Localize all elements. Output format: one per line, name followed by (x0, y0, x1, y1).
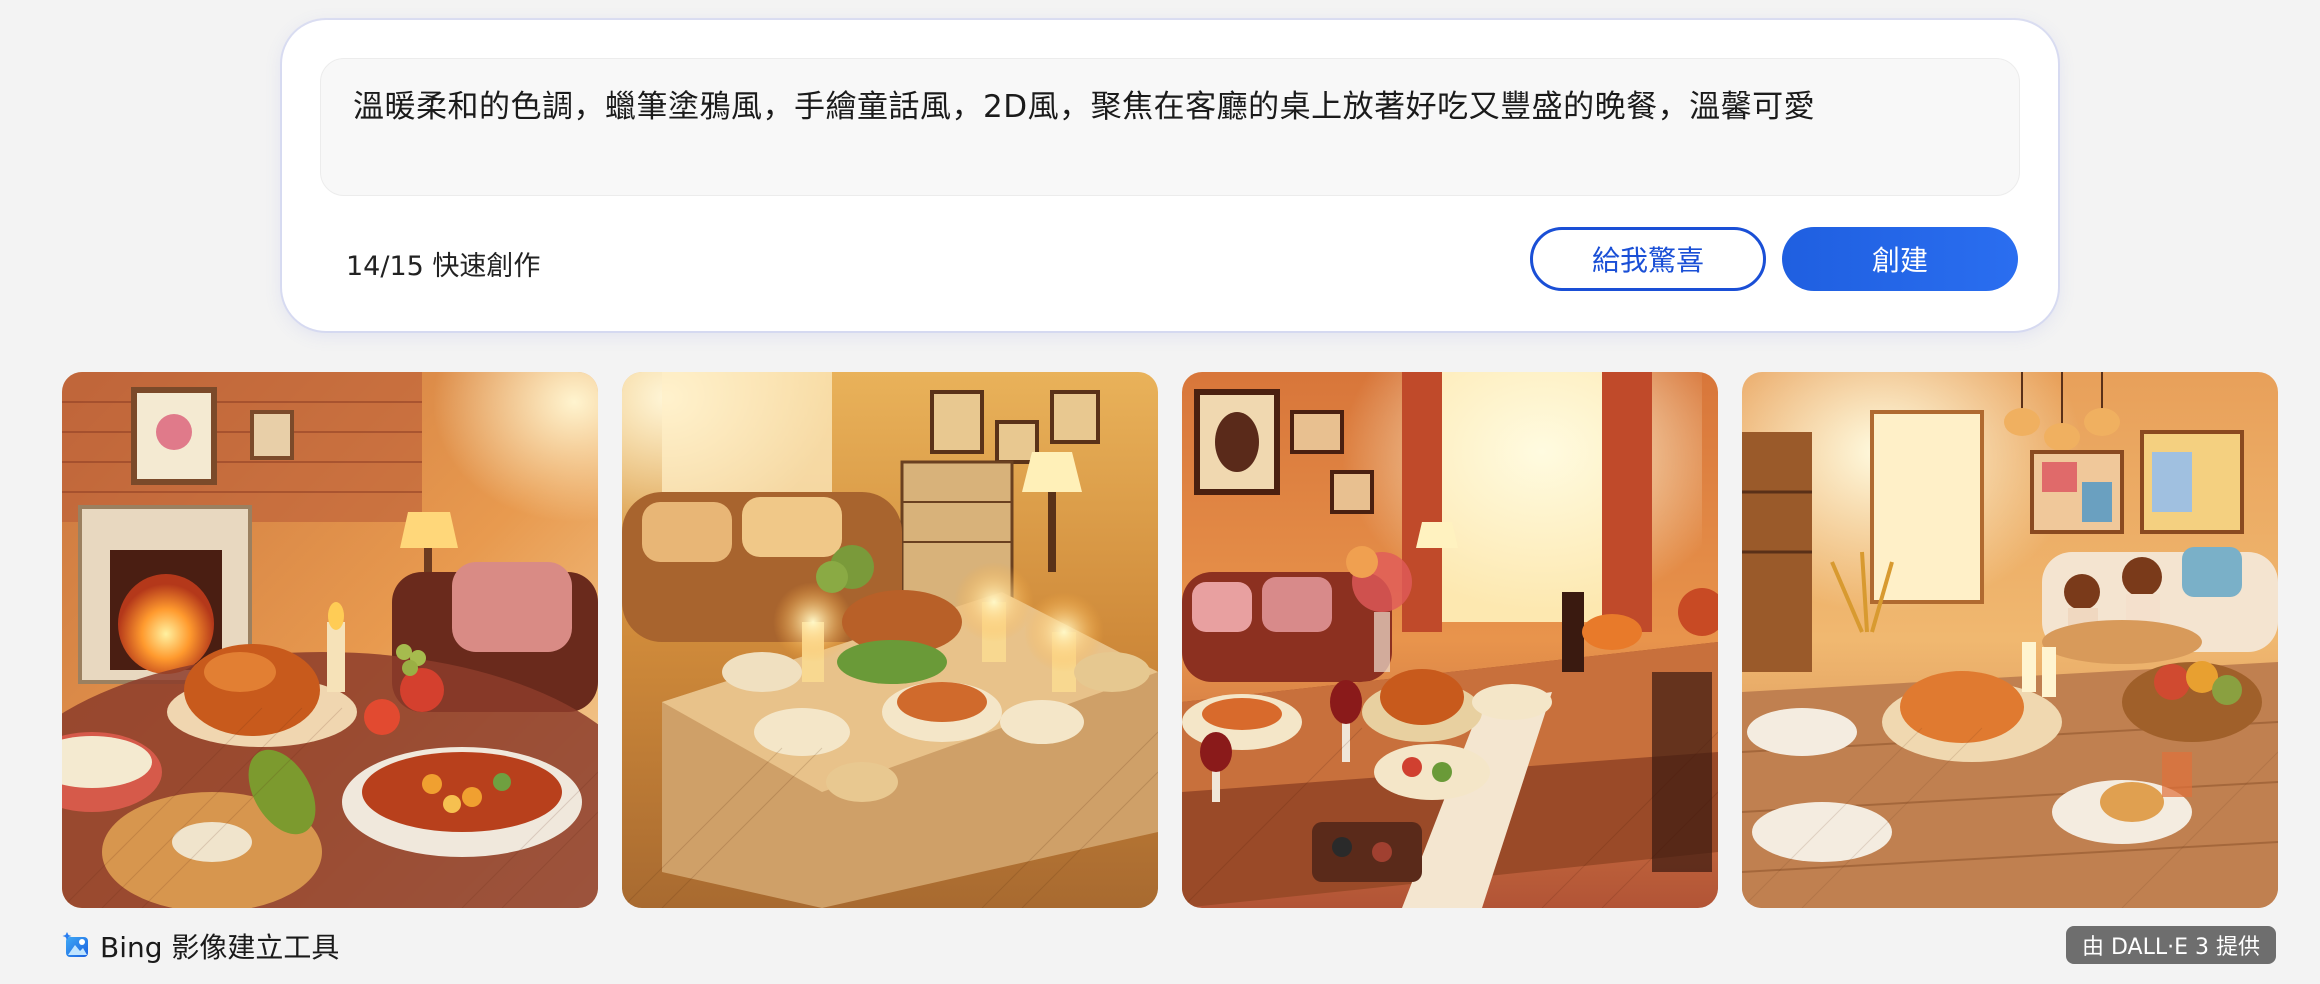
surprise-me-button[interactable]: 給我驚喜 (1530, 227, 1766, 291)
image-candlelit-table (622, 372, 1158, 908)
prompt-input[interactable]: 溫暖柔和的色調，蠟筆塗鴉風，手繪童話風，2D風，聚焦在客廳的桌上放著好吃又豐盛的… (320, 58, 2020, 196)
image-family-dinner (1742, 372, 2278, 908)
bing-image-creator-brand[interactable]: Bing 影像建立工具 (62, 926, 339, 966)
brand-label: Bing 影像建立工具 (100, 931, 340, 964)
image-creator-page: 溫暖柔和的色調，蠟筆塗鴉風，手繪童話風，2D風，聚焦在客廳的桌上放著好吃又豐盛的… (0, 0, 2320, 984)
image-window-dining (1182, 372, 1718, 908)
boost-credits-label: 14/15 快速創作 (346, 251, 541, 282)
generated-image-2[interactable] (622, 372, 1158, 908)
generated-image-3[interactable] (1182, 372, 1718, 908)
generated-image-grid (62, 372, 2278, 908)
bing-image-creator-icon (62, 932, 88, 957)
powered-by-badge: 由 DALL·E 3 提供 (2066, 926, 2276, 964)
image-fireplace-dinner (62, 372, 598, 908)
generated-image-1[interactable] (62, 372, 598, 908)
prompt-card: 溫暖柔和的色調，蠟筆塗鴉風，手繪童話風，2D風，聚焦在客廳的桌上放著好吃又豐盛的… (282, 20, 2058, 331)
create-button[interactable]: 創建 (1782, 227, 2018, 291)
generated-image-4[interactable] (1742, 372, 2278, 908)
